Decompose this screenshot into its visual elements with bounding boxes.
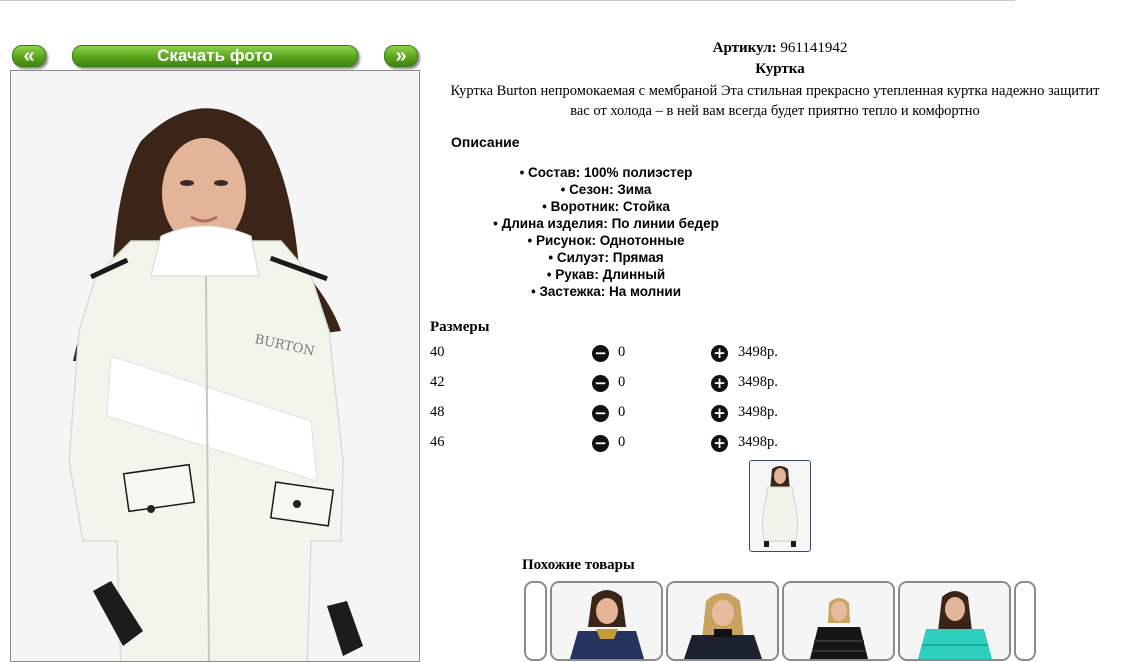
download-photo-button[interactable]: Скачать фото bbox=[72, 45, 358, 67]
main-product-photo: BURTON bbox=[10, 70, 420, 662]
similar-products-heading: Похожие товары bbox=[522, 557, 635, 573]
attribute-item: Рисунок: Однотонные bbox=[430, 232, 782, 249]
description-heading: Описание bbox=[451, 134, 520, 150]
attribute-item: Рукав: Длинный bbox=[430, 266, 782, 283]
minus-circle-icon[interactable]: − bbox=[592, 405, 609, 422]
similar-product-card[interactable] bbox=[666, 581, 779, 661]
minus-circle-icon[interactable]: − bbox=[592, 375, 609, 392]
previous-photo-button[interactable]: « bbox=[12, 45, 46, 67]
similar-product-card[interactable] bbox=[782, 581, 895, 661]
quantity-value: 0 bbox=[618, 404, 626, 420]
plus-circle-icon[interactable]: + bbox=[711, 435, 728, 452]
size-value: 42 bbox=[430, 374, 445, 390]
similar-product-card[interactable] bbox=[524, 581, 547, 661]
attribute-item: Длина изделия: По линии бедер bbox=[430, 215, 782, 232]
minus-circle-icon[interactable]: − bbox=[592, 435, 609, 452]
size-row: 42 − 0 + 3498р. bbox=[430, 374, 830, 394]
quantity-value: 0 bbox=[618, 434, 626, 450]
black-jacket-blonde-image bbox=[668, 583, 777, 659]
article-number: 961141942 bbox=[780, 40, 848, 56]
navy-jacket-image bbox=[552, 583, 661, 659]
product-description: Куртка Burton непромокаемая с мембраной … bbox=[450, 83, 1100, 119]
model-in-white-jacket-image: BURTON bbox=[11, 71, 419, 661]
attribute-item: Воротник: Стойка bbox=[430, 198, 782, 215]
size-value: 40 bbox=[430, 344, 445, 360]
plus-circle-icon[interactable]: + bbox=[711, 405, 728, 422]
thumbnail-image bbox=[750, 461, 810, 551]
attribute-item: Сезон: Зима bbox=[430, 181, 782, 198]
article-label: Артикул: bbox=[712, 40, 777, 56]
similar-product-card[interactable] bbox=[898, 581, 1011, 661]
plus-circle-icon[interactable]: + bbox=[711, 375, 728, 392]
size-value: 46 bbox=[430, 434, 445, 450]
quantity-value: 0 bbox=[618, 374, 626, 390]
article-line: Артикул: 961141942 bbox=[430, 40, 1129, 57]
size-row: 48 − 0 + 3498р. bbox=[430, 404, 830, 424]
plus-circle-icon[interactable]: + bbox=[711, 345, 728, 362]
teal-puffer-image bbox=[900, 583, 1009, 659]
attribute-item: Силуэт: Прямая bbox=[430, 249, 782, 266]
black-puffer-image bbox=[784, 583, 893, 659]
price-value: 3498р. bbox=[738, 434, 778, 450]
similar-product-card[interactable] bbox=[1014, 581, 1036, 661]
attribute-item: Застежка: На молнии bbox=[430, 283, 782, 300]
attribute-item: Состав: 100% полиэстер bbox=[430, 164, 782, 181]
quantity-value: 0 bbox=[618, 344, 626, 360]
size-row: 46 − 0 + 3498р. bbox=[430, 434, 830, 454]
size-row: 40 − 0 + 3498р. bbox=[430, 344, 830, 364]
attribute-list: Состав: 100% полиэстер Сезон: Зима Ворот… bbox=[430, 164, 782, 300]
top-divider bbox=[0, 0, 1015, 1]
photo-thumbnail[interactable] bbox=[749, 460, 811, 552]
product-title: Куртка bbox=[755, 61, 805, 77]
sizes-heading: Размеры bbox=[430, 319, 490, 335]
similar-product-card[interactable] bbox=[550, 581, 663, 661]
price-value: 3498р. bbox=[738, 404, 778, 420]
price-value: 3498р. bbox=[738, 374, 778, 390]
size-value: 48 bbox=[430, 404, 445, 420]
minus-circle-icon[interactable]: − bbox=[592, 345, 609, 362]
next-photo-button[interactable]: » bbox=[384, 45, 418, 67]
price-value: 3498р. bbox=[738, 344, 778, 360]
